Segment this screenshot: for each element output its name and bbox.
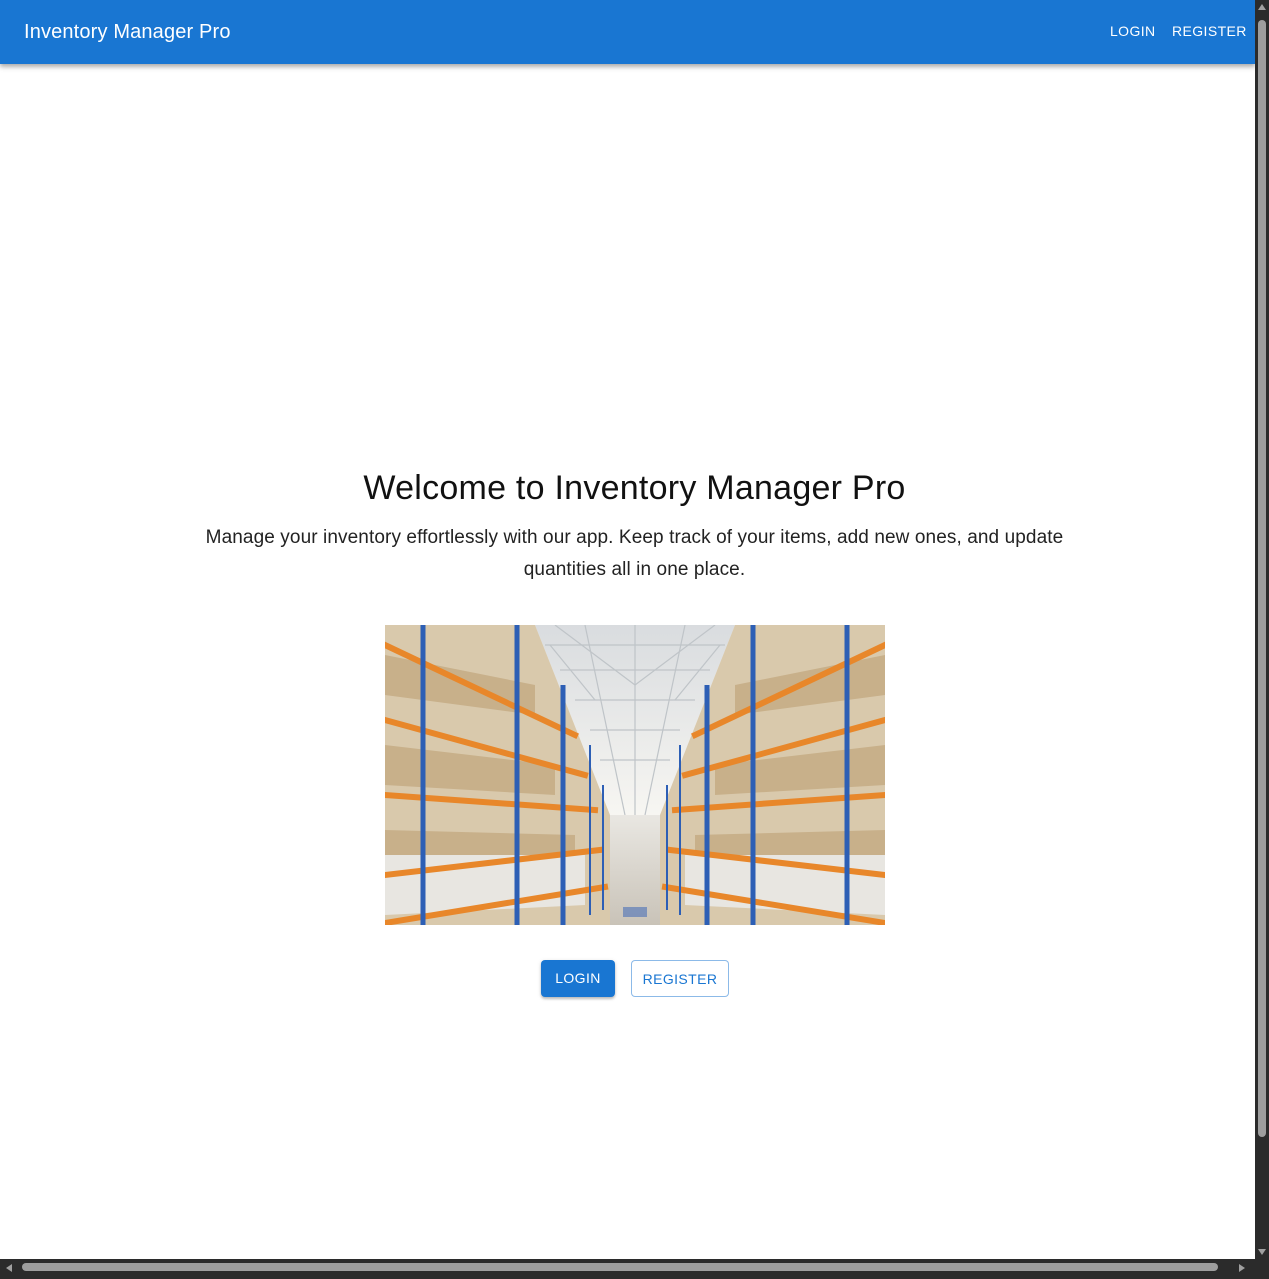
login-button[interactable]: LOGIN (541, 960, 615, 997)
scroll-up-arrow-icon[interactable] (1258, 4, 1266, 10)
page: Inventory Manager Pro LOGIN REGISTER Wel… (0, 0, 1255, 1259)
scrollbar-corner (1255, 1259, 1269, 1279)
horizontal-scrollbar[interactable] (0, 1259, 1255, 1279)
app-bar: Inventory Manager Pro LOGIN REGISTER (0, 0, 1255, 64)
hero-section: Welcome to Inventory Manager Pro Manage … (0, 466, 1255, 586)
app-title: Inventory Manager Pro (24, 21, 231, 43)
warehouse-image (385, 625, 885, 925)
scroll-down-arrow-icon[interactable] (1258, 1249, 1266, 1255)
warehouse-illustration (385, 625, 885, 925)
vertical-scroll-thumb[interactable] (1258, 20, 1266, 1137)
nav-register-button[interactable]: REGISTER (1164, 18, 1255, 44)
nav-login-button[interactable]: LOGIN (1102, 18, 1164, 44)
scroll-left-arrow-icon[interactable] (6, 1264, 12, 1272)
vertical-scrollbar[interactable] (1255, 0, 1269, 1259)
hero-description: Manage your inventory effortlessly with … (205, 527, 1064, 580)
horizontal-scroll-thumb[interactable] (22, 1263, 1218, 1271)
page-title: Welcome to Inventory Manager Pro (363, 469, 906, 507)
register-button[interactable]: REGISTER (631, 960, 729, 997)
scroll-right-arrow-icon[interactable] (1239, 1264, 1245, 1272)
